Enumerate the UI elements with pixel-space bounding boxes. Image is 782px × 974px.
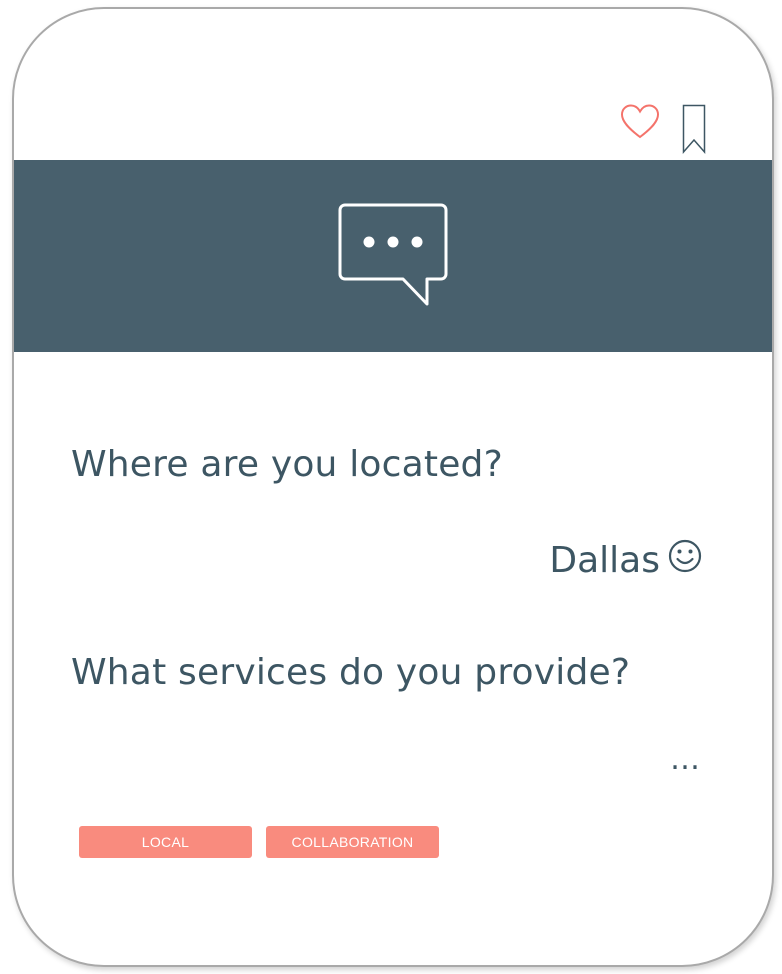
question-services: What services do you provide? [71, 652, 631, 693]
card-content: Where are you located? Dallas What servi… [14, 352, 772, 965]
tag-list: LOCAL COLLABORATION [79, 826, 439, 858]
card-banner [14, 160, 772, 352]
question-location: Where are you located? [71, 444, 503, 485]
question-card: Where are you located? Dallas What servi… [12, 7, 774, 967]
tag-local[interactable]: LOCAL [79, 826, 252, 858]
card-actions [620, 104, 706, 159]
bookmark-icon[interactable] [682, 104, 706, 159]
answer-services: … [670, 742, 702, 777]
heart-icon[interactable] [620, 104, 660, 145]
smiley-face-icon [668, 539, 702, 582]
answer-location: Dallas [549, 539, 702, 582]
tag-collaboration[interactable]: COLLABORATION [266, 826, 439, 858]
answer-location-text: Dallas [549, 540, 660, 581]
chat-bubble-icon [337, 202, 449, 311]
